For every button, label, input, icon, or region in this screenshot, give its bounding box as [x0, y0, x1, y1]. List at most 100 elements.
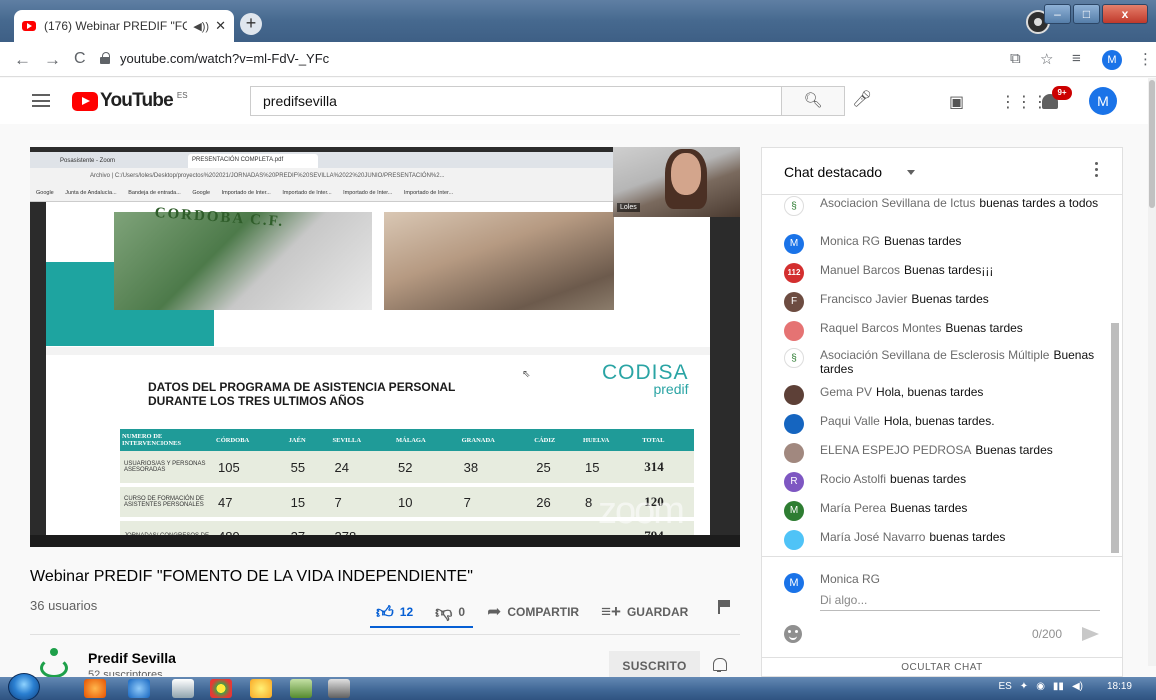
chat-author-name[interactable]: Gema PV: [820, 385, 872, 399]
internet-explorer-icon[interactable]: [128, 679, 150, 698]
photo-cafe: [384, 212, 614, 310]
chat-author-name[interactable]: María José Navarro: [820, 530, 925, 544]
close-window-button[interactable]: x: [1102, 4, 1148, 24]
chat-message[interactable]: 112 Manuel Barcos Buenas tardes¡¡¡: [784, 263, 1104, 283]
start-button[interactable]: [8, 673, 40, 700]
bookmark-item: Bandeja de entrada...: [128, 190, 181, 196]
chat-message[interactable]: Paqui Valle Hola, buenas tardes.: [784, 414, 1104, 434]
more-options-icon[interactable]: [1095, 162, 1099, 180]
channel-name[interactable]: Predif Sevilla: [88, 650, 176, 666]
youtube-logo[interactable]: YouTube ES: [72, 90, 188, 112]
microphone-icon[interactable]: 🎤︎: [852, 89, 872, 109]
hide-chat-button[interactable]: OCULTAR CHAT: [762, 657, 1122, 677]
like-button[interactable]: 👍︎ 12: [376, 602, 413, 623]
tray-icon[interactable]: ◉: [1036, 681, 1045, 692]
chat-message[interactable]: M Monica RG Buenas tardes: [784, 234, 1104, 254]
new-tab-button[interactable]: +: [240, 13, 262, 35]
browser-tab-youtube[interactable]: (176) Webinar PREDIF "FOMI ◀)) ✕: [14, 10, 234, 42]
video-player[interactable]: Posasistente - Zoom PRESENTACIÓN COMPLET…: [30, 147, 740, 547]
chat-author-name[interactable]: ELENA ESPEJO PEDROSA: [820, 443, 971, 457]
hamburger-menu-icon[interactable]: [32, 94, 50, 107]
reading-list-icon[interactable]: ≡: [1072, 50, 1081, 67]
table-header: NUMERO DE INTERVENCIONES: [120, 429, 214, 451]
chat-message[interactable]: § Asociacion Sevillana de Ictus buenas tar…: [784, 196, 1104, 216]
search-input[interactable]: predifsevilla: [250, 86, 782, 116]
minimize-button[interactable]: –: [1044, 4, 1071, 24]
chat-message-list[interactable]: § Asociacion Sevillana de Ictus buenas tar…: [762, 196, 1122, 556]
explorer-icon[interactable]: [172, 679, 194, 698]
share-button[interactable]: ➦ COMPARTIR: [487, 602, 579, 622]
chat-mode-dropdown[interactable]: Chat destacado: [784, 164, 882, 180]
volume-icon[interactable]: ◀): [1072, 681, 1083, 692]
close-tab-icon[interactable]: ✕: [215, 18, 226, 34]
chat-author-avatar[interactable]: M: [784, 234, 804, 254]
chat-author-name[interactable]: Asociación Sevillana de Esclerosis Múlti…: [820, 348, 1049, 362]
chat-author-avatar[interactable]: F: [784, 292, 804, 312]
tray-icon[interactable]: ✦: [1020, 681, 1028, 692]
chat-author-avatar[interactable]: [784, 321, 804, 341]
chat-scrollbar-thumb[interactable]: [1111, 323, 1119, 553]
bookmark-item: Junta de Andalucía...: [65, 190, 117, 196]
search-button[interactable]: 🔍︎: [781, 86, 845, 116]
chat-message[interactable]: § Asociación Sevillana de Esclerosis Múlt…: [784, 348, 1104, 376]
chat-author-avatar[interactable]: §: [784, 348, 804, 368]
subscription-bell-icon[interactable]: [712, 656, 727, 672]
chevron-down-icon[interactable]: [907, 170, 915, 175]
cast-icon[interactable]: ⧉: [1010, 50, 1021, 67]
reload-icon[interactable]: C: [74, 50, 86, 68]
chat-message-input[interactable]: Di algo...: [820, 591, 1100, 611]
channel-avatar[interactable]: [36, 648, 74, 678]
chat-message[interactable]: Raquel Barcos Montes Buenas tardes: [784, 321, 1104, 341]
url-field[interactable]: youtube.com/watch?v=ml-FdV-_YFc: [120, 51, 329, 66]
chat-author-name[interactable]: Manuel Barcos: [820, 263, 900, 277]
chat-author-avatar[interactable]: [784, 385, 804, 405]
chat-message[interactable]: M María Perea Buenas tardes: [784, 501, 1104, 521]
create-video-icon[interactable]: ▣: [949, 92, 964, 112]
chat-author-name[interactable]: María Perea: [820, 501, 886, 515]
chat-author-name[interactable]: Asociacion Sevillana de Ictus: [820, 196, 975, 210]
chat-author-avatar[interactable]: M: [784, 501, 804, 521]
chat-author-name[interactable]: Rocio Astolfi: [820, 472, 886, 486]
maximize-button[interactable]: □: [1073, 4, 1100, 24]
windows-taskbar: ES ✦ ◉ ▮▮ ◀) 18:19: [0, 673, 1156, 700]
chat-author-avatar[interactable]: [784, 530, 804, 550]
chat-author-name[interactable]: Francisco Javier: [820, 292, 907, 306]
notifications-bell-icon[interactable]: 9+: [1040, 86, 1072, 112]
chat-author-name[interactable]: Monica RG: [820, 234, 880, 248]
page-scrollbar[interactable]: [1148, 78, 1156, 666]
chat-author-avatar[interactable]: R: [784, 472, 804, 492]
chat-message[interactable]: ELENA ESPEJO PEDROSA Buenas tardes: [784, 443, 1104, 463]
media-icon[interactable]: [250, 679, 272, 698]
chat-author-avatar[interactable]: §: [784, 196, 804, 216]
speaker-icon[interactable]: ◀)): [193, 20, 209, 33]
forward-icon[interactable]: →: [44, 50, 61, 70]
back-icon[interactable]: ←: [14, 50, 31, 70]
save-button[interactable]: ≡+ GUARDAR: [601, 602, 688, 622]
browser-menu-icon[interactable]: ⋮: [1138, 50, 1153, 68]
chat-message[interactable]: Gema PV Hola, buenas tardes: [784, 385, 1104, 405]
network-icon[interactable]: ▮▮: [1053, 681, 1064, 692]
report-flag-icon[interactable]: [718, 600, 730, 614]
language-indicator[interactable]: ES: [998, 681, 1011, 692]
chrome-icon[interactable]: [210, 679, 232, 698]
chat-message[interactable]: María José Navarro buenas tardes: [784, 530, 1104, 550]
send-icon[interactable]: [1082, 627, 1099, 641]
chat-message[interactable]: F Francisco Javier Buenas tardes: [784, 292, 1104, 312]
bookmark-star-icon[interactable]: ☆: [1040, 50, 1053, 68]
bookmark-item: Google: [36, 190, 54, 196]
chat-message[interactable]: R Rocio Astolfi buenas tardes: [784, 472, 1104, 492]
lock-icon[interactable]: [100, 52, 110, 64]
app-icon[interactable]: [328, 679, 350, 698]
page-scrollbar-thumb[interactable]: [1149, 80, 1155, 208]
folder-icon[interactable]: [290, 679, 312, 698]
chat-author-avatar[interactable]: [784, 414, 804, 434]
firefox-icon[interactable]: [84, 679, 106, 698]
chat-author-name[interactable]: Raquel Barcos Montes: [820, 321, 941, 335]
emoji-icon[interactable]: [784, 625, 802, 643]
dislike-button[interactable]: 👎︎ 0: [435, 602, 465, 623]
chat-author-name[interactable]: Paqui Valle: [820, 414, 880, 428]
account-avatar[interactable]: M: [1089, 87, 1117, 115]
chat-author-avatar[interactable]: 112: [784, 263, 804, 283]
chat-author-avatar[interactable]: [784, 443, 804, 463]
browser-profile-avatar[interactable]: M: [1102, 50, 1122, 70]
